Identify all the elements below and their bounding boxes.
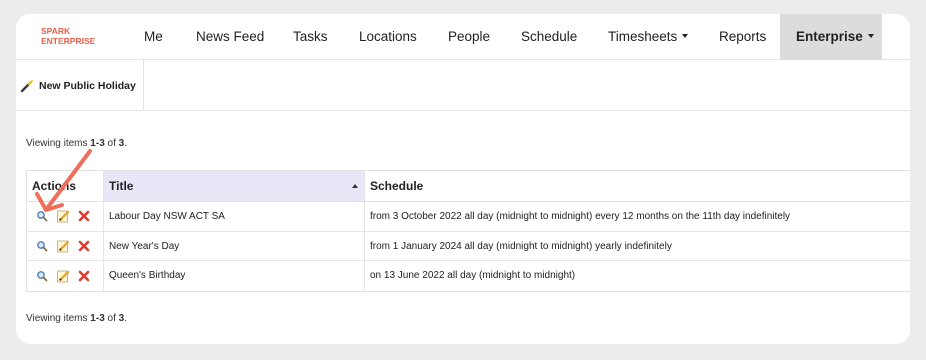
row-title: New Year's Day [103, 231, 365, 260]
summary-suffix: . [124, 313, 127, 324]
nav-item-enterprise-label: Enterprise [796, 29, 863, 44]
row-title: Queen's Birthday [103, 261, 365, 291]
row-schedule: from 3 October 2022 all day (midnight to… [370, 211, 791, 222]
summary-prefix: Viewing items [26, 313, 91, 324]
delete-x-icon[interactable] [76, 238, 92, 254]
nav-item-locations[interactable]: Locations [359, 14, 417, 60]
summary-suffix: . [124, 138, 127, 149]
header-title[interactable]: Title [103, 171, 365, 201]
caret-down-icon [682, 34, 689, 39]
edit-pencil-icon[interactable] [55, 268, 71, 284]
summary-middle: of [104, 138, 119, 149]
header-schedule[interactable]: Schedule [365, 171, 910, 201]
view-magnifier-icon[interactable] [34, 268, 50, 284]
delete-x-icon[interactable] [76, 268, 92, 284]
view-magnifier-icon[interactable] [34, 238, 50, 254]
annotation-arrow-icon [35, 149, 92, 212]
sort-ascending-icon [352, 184, 358, 188]
summary-prefix: Viewing items [26, 138, 91, 149]
nav-item-reports[interactable]: Reports [719, 14, 766, 60]
row-title: Labour Day NSW ACT SA [103, 202, 365, 231]
holidays-table: Actions Title Schedule Labour Day NSW AC… [26, 170, 910, 292]
app-window: SPARK ENTERPRISE Me News Feed Tasks Loca… [16, 14, 910, 344]
table-row: Queen's Birthday on 13 June 2022 all day… [27, 261, 910, 291]
caret-down-icon [867, 34, 874, 39]
header-title-label: Title [109, 179, 134, 193]
new-public-holiday-label: New Public Holiday [39, 79, 136, 92]
toolbar: New Public Holiday [16, 60, 910, 111]
nav-item-enterprise[interactable]: Enterprise [780, 14, 882, 60]
nav-item-me[interactable]: Me [144, 14, 163, 60]
nav-item-timesheets-label: Timesheets [608, 29, 678, 44]
table-row: New Year's Day from 1 January 2024 all d… [27, 231, 910, 261]
nav-item-timesheets[interactable]: Timesheets [608, 14, 689, 60]
row-actions [27, 261, 103, 291]
row-schedule: on 13 June 2022 all day (midnight to mid… [370, 270, 576, 281]
summary-range: 1-3 [90, 313, 105, 324]
viewing-summary-top: Viewing items 1-3 of 3. [26, 138, 127, 149]
summary-middle: of [104, 313, 119, 324]
row-actions [27, 232, 103, 261]
brand-line-2: ENTERPRISE [41, 36, 96, 46]
row-schedule: from 1 January 2024 all day (midnight to… [370, 240, 672, 252]
table-row: Labour Day NSW ACT SA from 3 October 202… [27, 202, 910, 232]
magic-wand-icon [20, 79, 34, 92]
edit-pencil-icon[interactable] [55, 238, 71, 254]
nav-item-news-feed[interactable]: News Feed [196, 14, 264, 60]
brand-line-1: SPARK [41, 26, 71, 36]
top-navbar: SPARK ENTERPRISE Me News Feed Tasks Loca… [16, 14, 910, 60]
nav-item-tasks[interactable]: Tasks [293, 14, 328, 60]
nav-item-people[interactable]: People [448, 14, 490, 60]
summary-range: 1-3 [90, 138, 105, 149]
nav-item-schedule[interactable]: Schedule [521, 14, 577, 60]
viewing-summary-bottom: Viewing items 1-3 of 3. [26, 313, 127, 324]
new-public-holiday-button[interactable]: New Public Holiday [16, 60, 144, 111]
brand-logo[interactable]: SPARK ENTERPRISE [41, 26, 95, 46]
table-header: Actions Title Schedule [27, 171, 910, 202]
